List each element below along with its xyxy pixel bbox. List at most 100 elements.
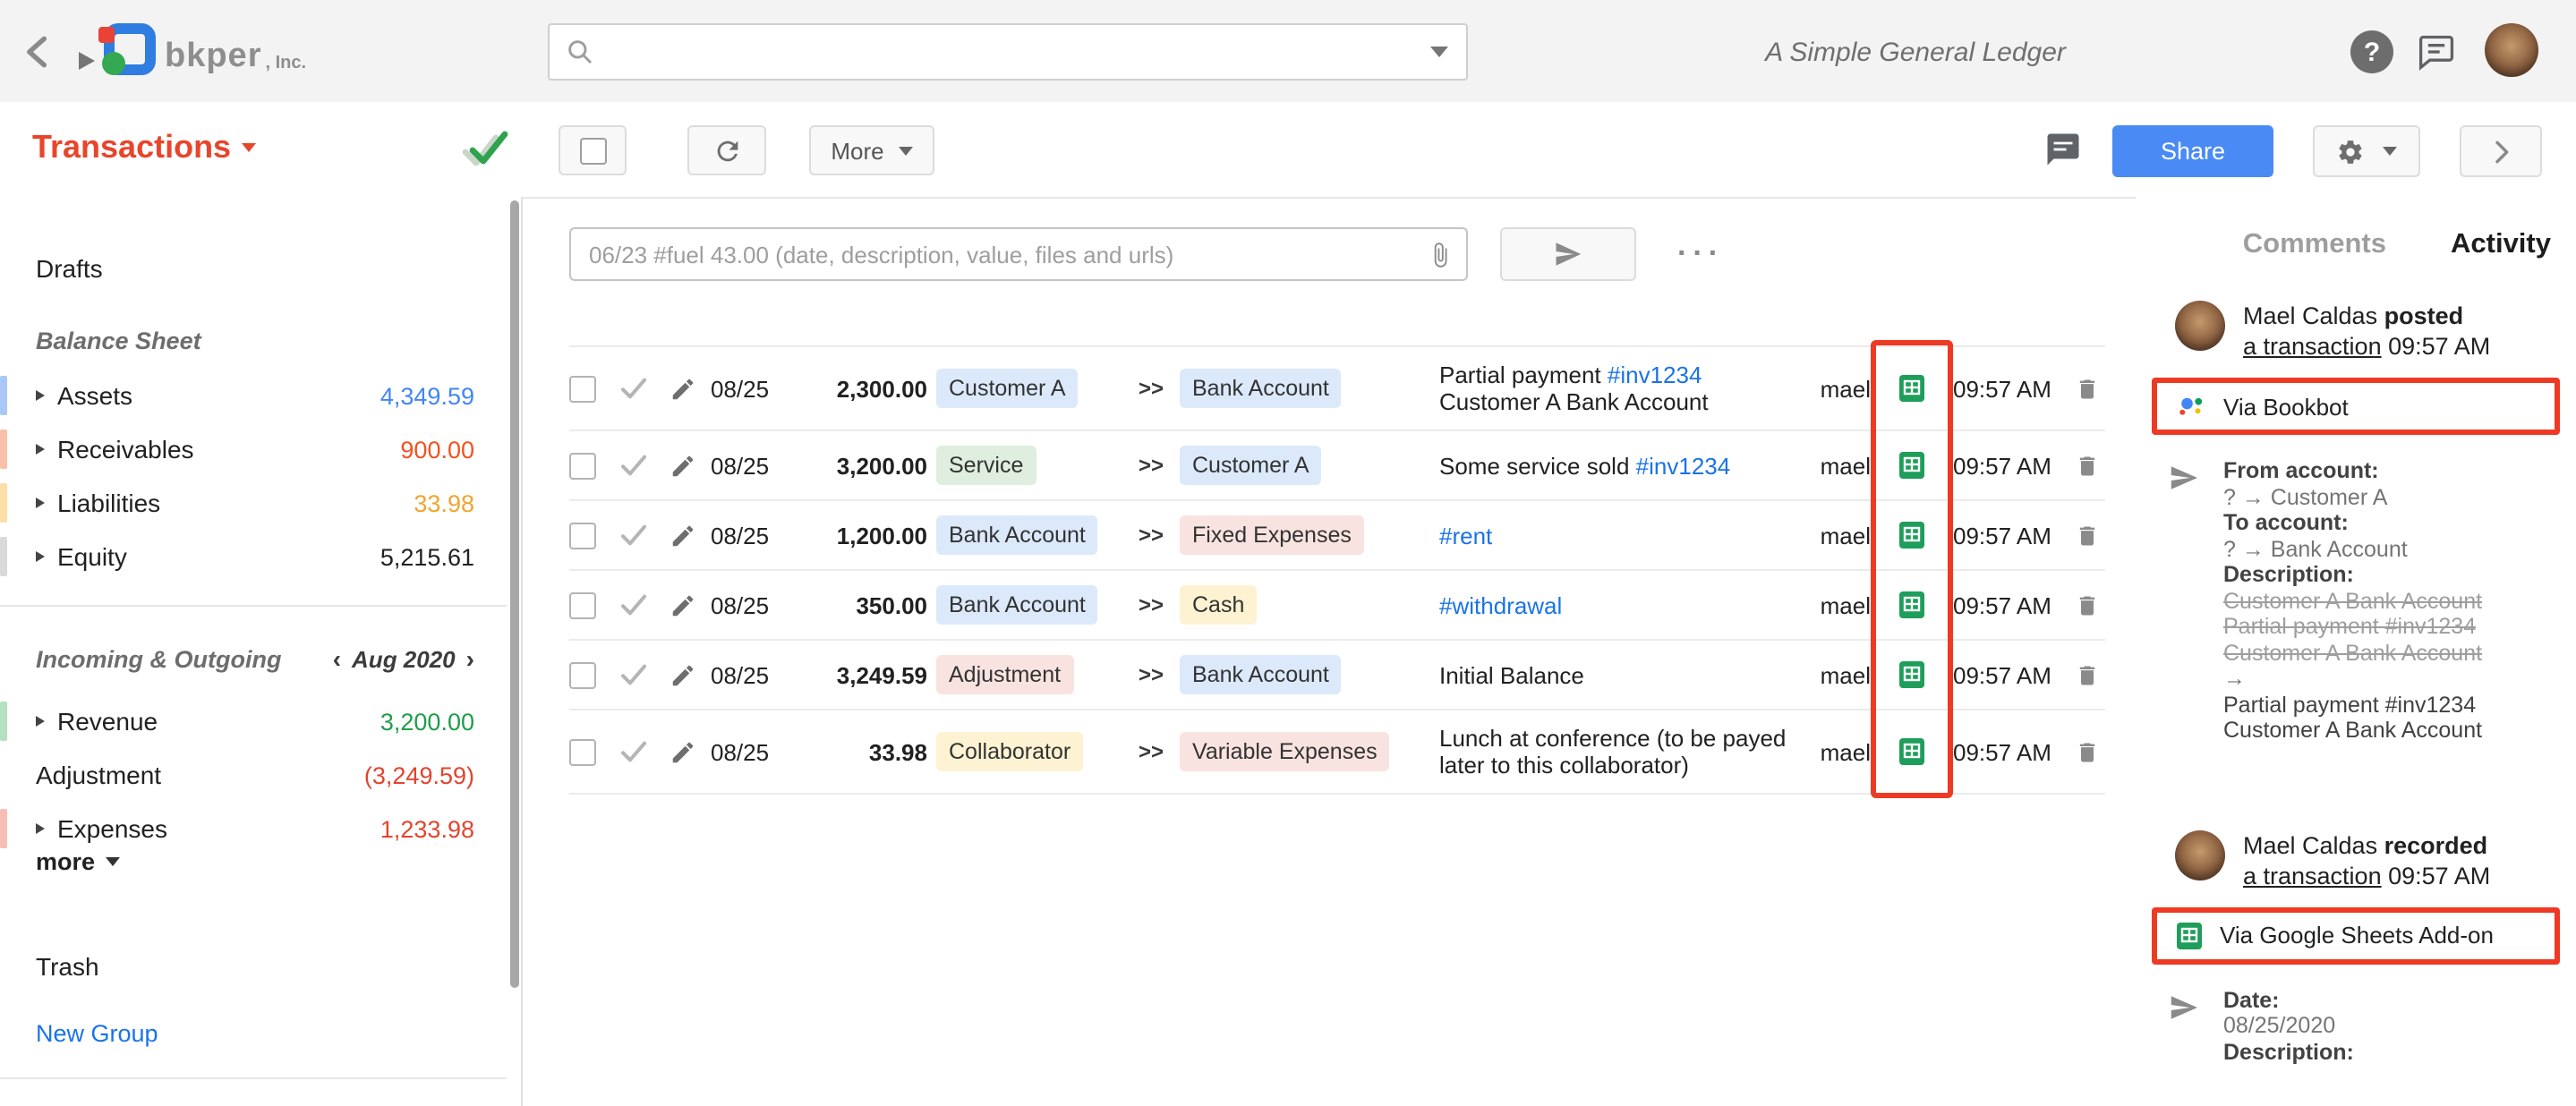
google-sheets-icon[interactable] xyxy=(1880,521,1944,549)
view-selector-dropdown[interactable]: Transactions xyxy=(32,129,256,166)
edit-pencil-icon[interactable] xyxy=(662,661,702,688)
transaction-row[interactable]: 08/25 1,200.00 Bank Account >> Fixed Exp… xyxy=(569,501,2105,571)
delete-trash-icon[interactable] xyxy=(2069,661,2105,688)
user-avatar[interactable] xyxy=(2485,23,2538,77)
next-page-button[interactable] xyxy=(2460,125,2542,177)
delete-trash-icon[interactable] xyxy=(2069,591,2105,618)
hashtag-link[interactable]: #withdrawal xyxy=(1439,591,1562,618)
sidebar-scrollbar[interactable] xyxy=(510,200,519,988)
sidebar-group-expenses[interactable]: Expenses 1,233.98 xyxy=(0,802,507,855)
expand-arrow-icon[interactable] xyxy=(36,390,45,401)
sidebar-group-receivables[interactable]: Receivables 900.00 xyxy=(0,422,507,476)
tx-from-account[interactable]: Bank Account xyxy=(936,515,1098,555)
tx-to-account[interactable]: Bank Account xyxy=(1180,369,1342,408)
edit-pencil-icon[interactable] xyxy=(662,738,702,765)
transaction-input[interactable] xyxy=(571,239,1427,269)
sidebar-group-adjustment[interactable]: Adjustment (3,249.59) xyxy=(0,748,507,802)
google-sheets-icon[interactable] xyxy=(1880,591,1944,619)
tx-from-account[interactable]: Collaborator xyxy=(936,732,1083,771)
tx-to-account[interactable]: Bank Account xyxy=(1180,655,1342,694)
back-chevron-button[interactable] xyxy=(11,25,64,79)
edit-pencil-icon[interactable] xyxy=(662,591,702,618)
hashtag-link[interactable]: #inv1234 xyxy=(1636,452,1731,479)
sidebar-group-assets[interactable]: Assets 4,349.59 xyxy=(0,369,507,422)
post-check-icon[interactable] xyxy=(614,662,653,687)
tx-from-account[interactable]: Customer A xyxy=(936,369,1079,408)
post-check-icon[interactable] xyxy=(614,523,653,548)
sidebar-group-liabilities[interactable]: Liabilities 33.98 xyxy=(0,476,507,530)
delete-trash-icon[interactable] xyxy=(2069,375,2105,402)
next-month-button[interactable]: › xyxy=(466,644,474,673)
google-sheets-icon[interactable] xyxy=(1880,660,1944,689)
help-icon[interactable]: ? xyxy=(2350,30,2393,73)
transaction-row[interactable]: 08/25 2,300.00 Customer A >> Bank Accoun… xyxy=(569,347,2105,431)
expand-arrow-icon[interactable] xyxy=(36,823,45,834)
transaction-row[interactable]: 08/25 350.00 Bank Account >> Cash #withd… xyxy=(569,571,2105,641)
tx-from-account[interactable]: Bank Account xyxy=(936,585,1098,625)
row-checkbox[interactable] xyxy=(569,661,596,688)
google-sheets-icon[interactable] xyxy=(1880,451,1944,480)
row-checkbox[interactable] xyxy=(569,522,596,549)
user-avatar[interactable] xyxy=(2175,830,2225,880)
hashtag-link[interactable]: #inv1234 xyxy=(1608,362,1702,388)
prev-month-button[interactable]: ‹ xyxy=(333,644,341,673)
select-all-checkbox-button[interactable] xyxy=(559,125,627,175)
delete-trash-icon[interactable] xyxy=(2069,738,2105,765)
transaction-link[interactable]: a transaction xyxy=(2243,333,2382,360)
global-search[interactable] xyxy=(548,23,1468,81)
feedback-chat-icon[interactable] xyxy=(2417,32,2456,72)
tab-activity[interactable]: Activity xyxy=(2451,229,2551,261)
transaction-row[interactable]: 08/25 3,249.59 Adjustment >> Bank Accoun… xyxy=(569,641,2105,710)
expand-arrow-icon[interactable] xyxy=(36,716,45,727)
row-checkbox[interactable] xyxy=(569,452,596,479)
sidebar-item-trash[interactable]: Trash xyxy=(0,941,507,991)
user-avatar[interactable] xyxy=(2175,301,2225,351)
sidebar-item-drafts[interactable]: Drafts xyxy=(0,243,507,294)
edit-pencil-icon[interactable] xyxy=(662,375,702,402)
post-check-icon[interactable] xyxy=(614,453,653,478)
global-search-input[interactable] xyxy=(609,37,1430,67)
settings-gear-button[interactable] xyxy=(2313,125,2420,177)
sidebar-more-toggle[interactable]: more xyxy=(36,848,120,875)
row-checkbox[interactable] xyxy=(569,591,596,618)
record-send-button[interactable] xyxy=(1500,227,1636,281)
share-button[interactable]: Share xyxy=(2112,125,2273,177)
attachment-paperclip-icon[interactable] xyxy=(1427,241,1454,268)
edit-pencil-icon[interactable] xyxy=(662,452,702,479)
composer-options-button[interactable]: ··· xyxy=(1661,227,1740,281)
transaction-row[interactable]: 08/25 3,200.00 Service >> Customer A Som… xyxy=(569,431,2105,501)
row-checkbox[interactable] xyxy=(569,375,596,402)
tx-to-account[interactable]: Customer A xyxy=(1180,446,1322,485)
bkper-logo[interactable]: bkper , Inc. xyxy=(79,21,306,79)
more-button[interactable]: More xyxy=(809,125,934,175)
expand-arrow-icon[interactable] xyxy=(36,551,45,562)
posted-check-icon xyxy=(462,129,508,168)
post-check-icon[interactable] xyxy=(614,739,653,764)
expand-arrow-icon[interactable] xyxy=(36,498,45,508)
transaction-row[interactable]: 08/25 33.98 Collaborator >> Variable Exp… xyxy=(569,710,2105,795)
delete-trash-icon[interactable] xyxy=(2069,452,2105,479)
google-sheets-icon[interactable] xyxy=(1880,737,1944,766)
post-check-icon[interactable] xyxy=(614,376,653,401)
hashtag-link[interactable]: #rent xyxy=(1439,522,1492,549)
sidebar-group-revenue[interactable]: Revenue 3,200.00 xyxy=(0,694,507,748)
comments-icon[interactable] xyxy=(2044,131,2082,168)
tx-to-account[interactable]: Cash xyxy=(1180,585,1257,625)
transaction-composer[interactable] xyxy=(569,227,1468,281)
tx-to-account[interactable]: Variable Expenses xyxy=(1180,732,1390,771)
edit-pencil-icon[interactable] xyxy=(662,522,702,549)
google-sheets-icon[interactable] xyxy=(1880,374,1944,403)
sidebar-group-equity[interactable]: Equity 5,215.61 xyxy=(0,530,507,583)
tx-to-account[interactable]: Fixed Expenses xyxy=(1180,515,1364,555)
delete-trash-icon[interactable] xyxy=(2069,522,2105,549)
new-group-link[interactable]: New Group xyxy=(36,1020,158,1047)
search-dropdown-caret-icon[interactable] xyxy=(1430,47,1448,57)
refresh-button[interactable] xyxy=(687,125,766,175)
row-checkbox[interactable] xyxy=(569,738,596,765)
post-check-icon[interactable] xyxy=(614,592,653,617)
transaction-link[interactable]: a transaction xyxy=(2243,862,2382,889)
tx-from-account[interactable]: Service xyxy=(936,446,1036,485)
tab-comments[interactable]: Comments xyxy=(2243,229,2386,261)
tx-from-account[interactable]: Adjustment xyxy=(936,655,1073,694)
expand-arrow-icon[interactable] xyxy=(36,444,45,455)
